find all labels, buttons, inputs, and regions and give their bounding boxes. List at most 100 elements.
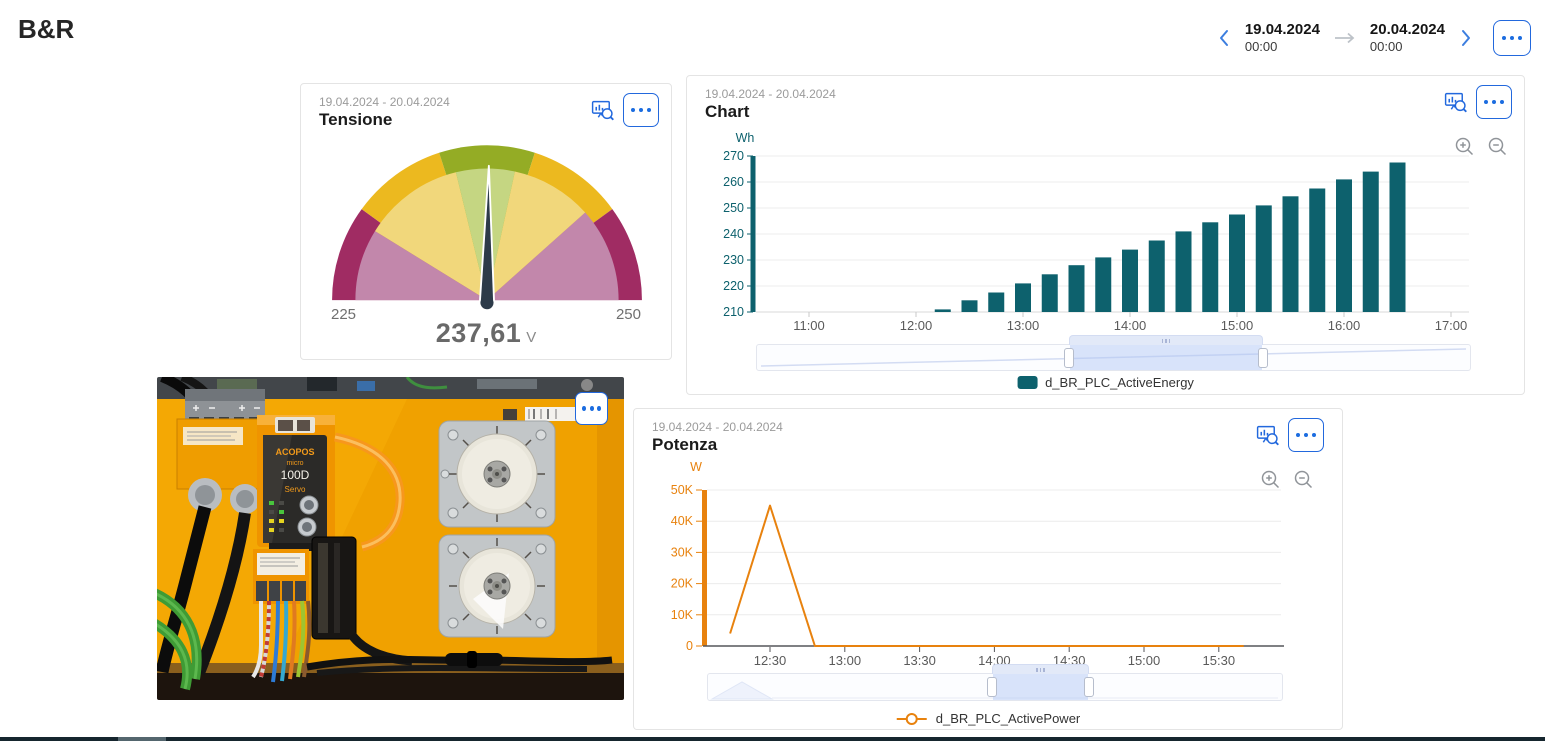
range-end-time: 00:00: [1370, 39, 1403, 54]
card-more-options-button[interactable]: [575, 392, 608, 425]
ellipsis-icon: [1502, 36, 1507, 41]
card-potenza: 19.04.2024 - 20.04.2024 Potenza: [633, 408, 1343, 730]
gauge-value-number: 237,61: [436, 318, 522, 348]
ellipsis-icon: [1484, 100, 1489, 105]
chart-search-icon: [590, 98, 616, 123]
card-title: Tensione: [319, 110, 450, 130]
card-more-options-button[interactable]: [1476, 85, 1512, 119]
legend-label: d_BR_PLC_ActiveEnergy: [1045, 375, 1194, 390]
zoom-out-button[interactable]: [1293, 469, 1316, 492]
scrollbar-thumb[interactable]: [118, 737, 166, 741]
legend-line-marker-icon: [896, 712, 928, 726]
svg-text:260: 260: [723, 175, 744, 189]
zoom-in-icon: [1454, 136, 1477, 159]
svg-text:230: 230: [723, 253, 744, 267]
zoom-out-icon: [1487, 136, 1510, 159]
svg-text:Wh: Wh: [736, 131, 755, 145]
navigator-selection[interactable]: [993, 674, 1088, 700]
svg-text:17:00: 17:00: [1435, 318, 1468, 333]
zoom-out-icon: [1293, 469, 1316, 492]
barcode-labels: [503, 407, 579, 421]
range-end[interactable]: 20.04.2024 00:00: [1370, 21, 1445, 56]
svg-text:240: 240: [723, 227, 744, 241]
svg-text:30K: 30K: [671, 545, 694, 559]
card-potenza-header: 19.04.2024 - 20.04.2024 Potenza: [652, 420, 783, 455]
card-image: ACOPOS micro 100D Servo: [157, 377, 624, 700]
navigator-left-handle[interactable]: [987, 677, 997, 697]
legend-swatch: [1017, 376, 1037, 389]
svg-text:0: 0: [686, 639, 693, 653]
previous-range-button[interactable]: [1216, 26, 1232, 50]
range-start-date: 19.04.2024: [1245, 21, 1320, 38]
card-tensione-header: 19.04.2024 - 20.04.2024 Tensione: [319, 95, 450, 130]
card-more-options-button[interactable]: [623, 93, 659, 127]
svg-text:11:00: 11:00: [793, 318, 825, 333]
card-chart: 19.04.2024 - 20.04.2024 Chart: [686, 75, 1525, 395]
app-logo: B&R: [18, 14, 74, 45]
ellipsis-icon: [631, 108, 636, 113]
svg-text:250: 250: [723, 201, 744, 215]
navigator-left-handle[interactable]: [1064, 348, 1074, 368]
grip-icon: [1036, 668, 1038, 672]
svg-text:50K: 50K: [671, 483, 694, 497]
chart-explore-button[interactable]: [1255, 423, 1281, 448]
date-range-picker[interactable]: 19.04.2024 00:00 20.04.2024 00:00: [1216, 20, 1531, 56]
navigator-right-handle[interactable]: [1084, 677, 1094, 697]
dial-plate-bottom: [439, 535, 555, 637]
svg-text:14:00: 14:00: [1114, 318, 1147, 333]
servo-drive: ACOPOS micro 100D Servo: [257, 415, 335, 551]
svg-text:20K: 20K: [671, 577, 694, 591]
ellipsis-icon: [582, 406, 586, 411]
device-photo: ACOPOS micro 100D Servo: [157, 377, 624, 700]
card-title: Potenza: [652, 435, 783, 455]
device-brand: ACOPOS: [275, 447, 314, 457]
gauge-value: 237,61V: [301, 318, 671, 349]
legend-label: d_BR_PLC_ActivePower: [936, 711, 1081, 726]
svg-text:15:30: 15:30: [1203, 653, 1236, 668]
chart-explore-button[interactable]: [590, 98, 616, 123]
chevron-left-icon: [1218, 28, 1230, 48]
ellipsis-icon: [1296, 433, 1301, 438]
dial-plate-top: [439, 421, 555, 527]
card-more-options-button[interactable]: [1288, 418, 1324, 452]
svg-text:210: 210: [723, 305, 744, 319]
card-tensione: 19.04.2024 - 20.04.2024 Tensione 225 250…: [300, 83, 672, 360]
next-range-button[interactable]: [1458, 26, 1474, 50]
range-end-date: 20.04.2024: [1370, 21, 1445, 38]
global-more-options-button[interactable]: [1493, 20, 1531, 56]
range-start-time: 00:00: [1245, 39, 1278, 54]
svg-text:12:00: 12:00: [900, 318, 933, 333]
device-type: Servo: [285, 485, 306, 494]
svg-text:13:30: 13:30: [903, 653, 936, 668]
card-title: Chart: [705, 102, 836, 122]
card-date-range: 19.04.2024 - 20.04.2024: [319, 95, 450, 109]
range-navigator[interactable]: [756, 344, 1471, 371]
navigator-selection[interactable]: [1070, 345, 1262, 370]
svg-text:13:00: 13:00: [1007, 318, 1040, 333]
zoom-in-icon: [1260, 469, 1283, 492]
gauge-unit: V: [526, 329, 536, 346]
bottom-edge-bar: [0, 737, 1545, 741]
svg-text:15:00: 15:00: [1221, 318, 1254, 333]
navigator-drag-tab[interactable]: [992, 664, 1089, 674]
chart-explore-button[interactable]: [1443, 90, 1469, 115]
navigator-right-handle[interactable]: [1258, 348, 1268, 368]
zoom-in-button[interactable]: [1454, 136, 1477, 159]
svg-text:15:00: 15:00: [1128, 653, 1161, 668]
grip-icon: [1162, 339, 1164, 343]
zoom-in-button[interactable]: [1260, 469, 1283, 492]
device-model: 100D: [281, 468, 310, 482]
card-date-range: 19.04.2024 - 20.04.2024: [652, 420, 783, 434]
range-arrow-icon: [1333, 31, 1357, 45]
svg-text:10K: 10K: [671, 608, 694, 622]
svg-text:12:30: 12:30: [754, 653, 787, 668]
range-start[interactable]: 19.04.2024 00:00: [1245, 21, 1320, 56]
svg-text:16:00: 16:00: [1328, 318, 1361, 333]
card-chart-header: 19.04.2024 - 20.04.2024 Chart: [705, 87, 836, 122]
navigator-drag-tab[interactable]: [1069, 335, 1263, 345]
legend-item[interactable]: d_BR_PLC_ActivePower: [896, 711, 1081, 726]
range-navigator[interactable]: [707, 673, 1283, 701]
chart-search-icon: [1443, 90, 1469, 115]
legend-item[interactable]: d_BR_PLC_ActiveEnergy: [1017, 375, 1194, 390]
zoom-out-button[interactable]: [1487, 136, 1510, 159]
